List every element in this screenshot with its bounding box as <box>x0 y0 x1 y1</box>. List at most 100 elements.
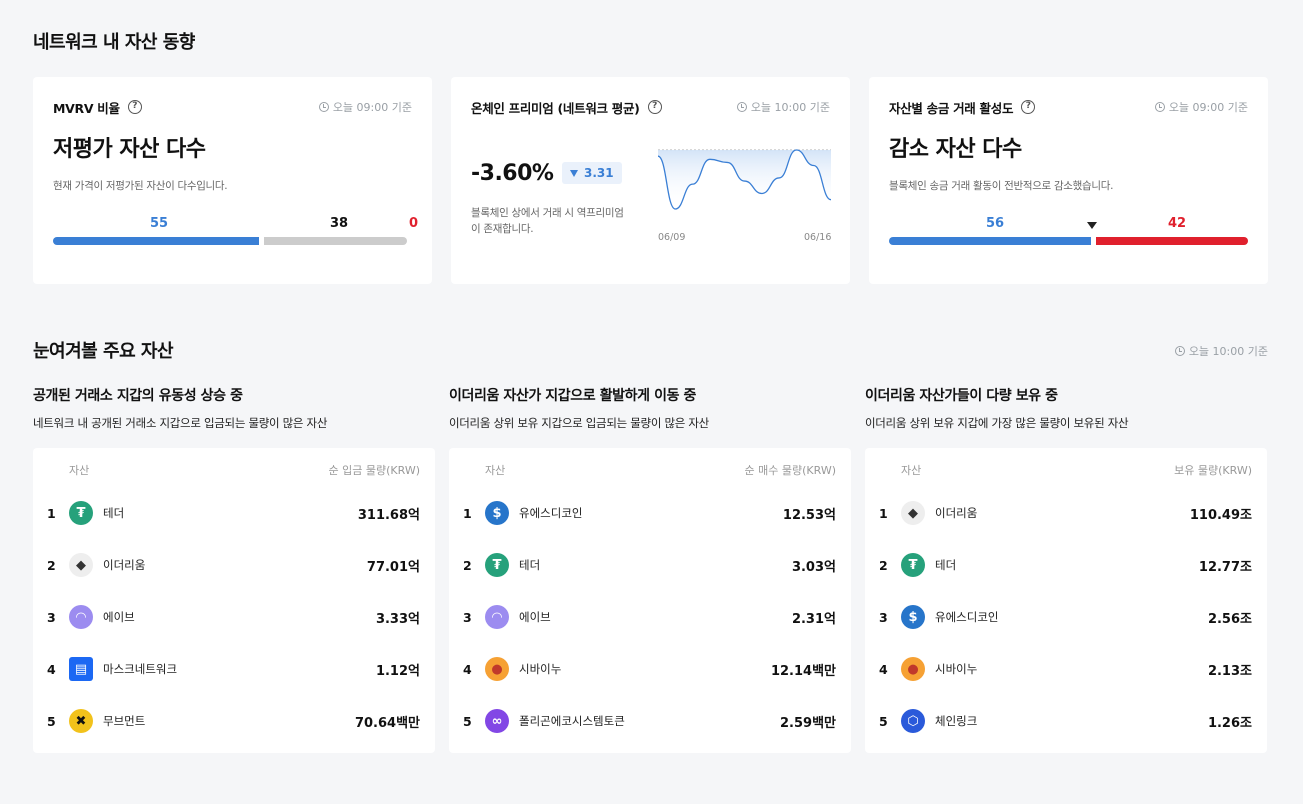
column-header-asset: 자산 <box>69 464 90 477</box>
timestamp: 오늘 09:00 기준 <box>318 99 412 115</box>
table-row[interactable]: 4 ● 시바이누 2.13조 <box>865 649 1267 689</box>
ethereum-icon: ◆ <box>901 501 925 525</box>
column-header-asset: 자산 <box>901 464 922 477</box>
aave-icon: ◠ <box>69 605 93 629</box>
asset-table: 자산 순 매수 물량(KRW) 1 $ 유에스디코인 12.53억 2 ₮ 테더 3.03억 3 ◠ 에… <box>449 448 851 753</box>
row-rank: 3 <box>879 609 888 625</box>
table-row[interactable]: 5 ✖ 무브먼트 70.64백만 <box>33 701 435 741</box>
clock-icon <box>318 102 329 112</box>
table-row[interactable]: 4 ▤ 마스크네트워크 1.12억 <box>33 649 435 689</box>
card-header: 자산별 송금 거래 활성도 ? 오늘 09:00 기준 <box>889 97 1248 117</box>
decrease-bar <box>1096 237 1248 245</box>
neutral-count: 38 <box>330 216 349 231</box>
clock-icon <box>736 102 747 112</box>
transfer-headline: 감소 자산 다수 <box>889 137 1022 162</box>
card-header: MVRV 비율 ? 오늘 09:00 기준 <box>53 97 412 117</box>
arrow-down-icon <box>570 169 578 177</box>
column-header-value[interactable]: 순 입금 물량(KRW) <box>329 462 420 478</box>
table-row[interactable]: 2 ₮ 테더 12.77조 <box>865 545 1267 585</box>
row-rank: 2 <box>47 557 56 573</box>
asset-value: 70.64백만 <box>354 715 420 731</box>
asset-name: 테더 <box>519 558 541 572</box>
asset-value: 311.68억 <box>357 507 420 523</box>
column-header-value[interactable]: 보유 물량(KRW) <box>1174 462 1252 478</box>
table-row[interactable]: 5 ∞ 폴리곤에코시스템토큰 2.59백만 <box>449 701 851 741</box>
table-row[interactable]: 2 ₮ 테더 3.03억 <box>449 545 851 585</box>
help-icon[interactable]: ? <box>1021 100 1036 114</box>
asset-name: 테더 <box>935 558 957 572</box>
section-timestamp: 오늘 10:00 기준 <box>1174 343 1268 359</box>
asset-name: 에이브 <box>103 610 135 624</box>
card-label: MVRV 비율 ? <box>53 98 142 117</box>
row-rank: 2 <box>879 557 888 573</box>
section-title-key-assets: 눈여겨볼 주요 자산 <box>33 341 174 362</box>
table-header: 자산 순 매수 물량(KRW) <box>449 462 851 478</box>
decrease-count: 42 <box>1168 216 1187 231</box>
tether-icon: ₮ <box>69 501 93 525</box>
table-row[interactable]: 1 ₮ 테더 311.68억 <box>33 493 435 533</box>
asset-name: 테더 <box>103 506 125 520</box>
asset-table: 자산 순 입금 물량(KRW) 1 ₮ 테더 311.68억 2 ◆ 이더리움 77.01억 3 ◠ 에… <box>33 448 435 753</box>
row-rank: 1 <box>47 505 56 521</box>
asset-value: 2.13조 <box>1207 663 1252 679</box>
row-rank: 4 <box>463 661 472 677</box>
row-rank: 5 <box>47 713 56 729</box>
mvrv-description: 현재 가격이 저평가된 자산이 다수입니다. <box>53 180 228 192</box>
asset-value: 1.12억 <box>375 663 420 679</box>
table-row[interactable]: 1 ◆ 이더리움 110.49조 <box>865 493 1267 533</box>
usdc-icon: $ <box>485 501 509 525</box>
asset-value: 110.49조 <box>1189 507 1252 523</box>
asset-value: 12.14백만 <box>770 663 836 679</box>
timestamp: 오늘 10:00 기준 <box>736 99 830 115</box>
section-title-network-trends: 네트워크 내 자산 동향 <box>33 32 195 53</box>
undervalued-bar <box>53 237 259 245</box>
column-header-value[interactable]: 순 매수 물량(KRW) <box>745 462 836 478</box>
asset-value: 12.53억 <box>782 507 836 523</box>
table-row[interactable]: 4 ● 시바이누 12.14백만 <box>449 649 851 689</box>
row-rank: 5 <box>463 713 472 729</box>
row-rank: 4 <box>879 661 888 677</box>
asset-value: 3.33억 <box>375 611 420 627</box>
usdc-icon: $ <box>901 605 925 629</box>
asset-name: 이더리움 <box>935 506 978 520</box>
help-icon[interactable]: ? <box>127 100 142 114</box>
sparkline-end-label: 06/16 <box>804 232 832 243</box>
sparkline-start-label: 06/09 <box>658 232 686 243</box>
asset-value: 2.31억 <box>791 611 836 627</box>
table-row[interactable]: 3 $ 유에스디코인 2.56조 <box>865 597 1267 637</box>
card-label: 자산별 송금 거래 활성도 ? <box>889 98 1036 117</box>
timestamp: 오늘 09:00 기준 <box>1154 99 1248 115</box>
asset-value: 77.01억 <box>366 559 420 575</box>
asset-value: 2.56조 <box>1207 611 1252 627</box>
asset-name: 유에스디코인 <box>935 610 999 624</box>
premium-card: 온체인 프리미엄 (네트워크 평균) ? 오늘 10:00 기준 -3.60% … <box>451 77 850 284</box>
row-rank: 1 <box>463 505 472 521</box>
tether-icon: ₮ <box>901 553 925 577</box>
table-row[interactable]: 3 ◠ 에이브 2.31억 <box>449 597 851 637</box>
table-row[interactable]: 3 ◠ 에이브 3.33억 <box>33 597 435 637</box>
list-subtitle: 네트워크 내 공개된 거래소 지갑으로 입금되는 물량이 많은 자산 <box>33 416 328 430</box>
asset-name: 폴리곤에코시스템토큰 <box>519 714 625 728</box>
transfer-description: 블록체인 송금 거래 활동이 전반적으로 감소했습니다. <box>889 180 1114 192</box>
timestamp-text: 오늘 09:00 기준 <box>332 101 412 114</box>
table-row[interactable]: 5 ⬡ 체인링크 1.26조 <box>865 701 1267 741</box>
asset-name: 마스크네트워크 <box>103 662 178 676</box>
table-row[interactable]: 1 $ 유에스디코인 12.53억 <box>449 493 851 533</box>
neutral-bar <box>264 237 407 245</box>
asset-table: 자산 보유 물량(KRW) 1 ◆ 이더리움 110.49조 2 ₮ 테더 12.77조 3 $ 유에스… <box>865 448 1267 753</box>
table-row[interactable]: 2 ◆ 이더리움 77.01억 <box>33 545 435 585</box>
clock-icon <box>1154 102 1165 112</box>
asset-name: 유에스디코인 <box>519 506 583 520</box>
page: 네트워크 내 자산 동향 MVRV 비율 ? 오늘 09:00 기준 저평가 자… <box>0 0 1303 804</box>
aave-icon: ◠ <box>485 605 509 629</box>
undervalued-count: 55 <box>150 216 169 231</box>
premium-change-badge: 3.31 <box>562 162 622 184</box>
premium-change: 3.31 <box>584 166 614 180</box>
chainlink-icon: ⬡ <box>901 709 925 733</box>
asset-name: 에이브 <box>519 610 551 624</box>
movement-icon: ✖ <box>69 709 93 733</box>
mvrv-headline: 저평가 자산 다수 <box>53 137 206 162</box>
help-icon[interactable]: ? <box>647 100 662 114</box>
list-title-exchange-liquidity: 공개된 거래소 지갑의 유동성 상승 중 <box>33 388 243 404</box>
premium-label: 온체인 프리미엄 (네트워크 평균) <box>471 100 640 116</box>
